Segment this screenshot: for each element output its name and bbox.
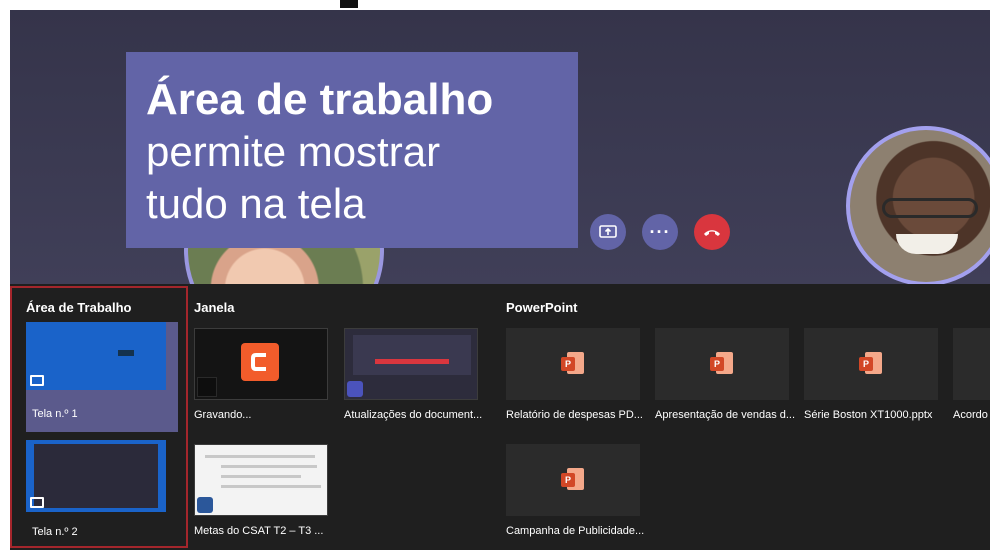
teams-window-label: Atualizações do document... (344, 409, 483, 421)
doc-line (221, 475, 301, 478)
doc-line (205, 455, 315, 458)
screen-2-app-preview (34, 444, 158, 508)
glasses-detail (882, 198, 978, 218)
ppt-tile-acordo[interactable]: Acordo (953, 328, 990, 428)
more-options-button[interactable]: ··· (642, 214, 678, 250)
ppt-thumbnail-partial (953, 328, 990, 400)
share-tray: Área de Trabalho Tela n.º 1 Tela n.º 2 J… (10, 284, 990, 550)
screen-1-thumbnail (26, 322, 166, 390)
powerpoint-file-icon: P (710, 352, 734, 376)
recording-window-thumbnail (194, 328, 328, 400)
ppt-thumbnail: P (506, 444, 640, 516)
ppt-tile-boston[interactable]: P Série Boston XT1000.pptx (804, 328, 944, 428)
teams-window-thumbnail (344, 328, 478, 400)
ppt-label: Apresentação de vendas d... (655, 409, 795, 421)
doc-line (221, 465, 317, 468)
window-tile-word-csat[interactable]: Metas do CSAT T2 – T3 ... (194, 444, 334, 544)
caption-line-3: tudo na tela (146, 180, 366, 227)
top-mark (340, 0, 358, 8)
powerpoint-file-icon: P (561, 468, 585, 492)
ppt-thumbnail: P (506, 328, 640, 400)
screen-2-label: Tela n.º 2 (32, 526, 78, 538)
share-tray-icon (599, 225, 617, 238)
ellipsis-icon: ··· (649, 221, 671, 242)
teams-controls-strip (375, 359, 449, 364)
word-window-thumbnail (194, 444, 328, 516)
screen-2-tile[interactable]: Tela n.º 2 (26, 440, 178, 544)
powerpoint-file-icon: P (561, 352, 585, 376)
ppt-label: Série Boston XT1000.pptx (804, 409, 933, 421)
smile-detail (896, 234, 958, 254)
screen-1-label: Tela n.º 1 (32, 408, 78, 420)
powerpoint-file-icon: P (859, 352, 883, 376)
phone-hangup-icon (704, 230, 720, 236)
screen-2-thumbnail (26, 440, 166, 512)
share-screen-icon (30, 375, 44, 386)
ppt-tile-campanha[interactable]: P Campanha de Publicidade... (506, 444, 646, 544)
ppt-tile-despesas[interactable]: P Relatório de despesas PD... (506, 328, 646, 428)
desktop-section-title: Área de Trabalho (26, 300, 132, 315)
window-section-title: Janela (194, 300, 235, 315)
window-tile-recording[interactable]: Gravando... (194, 328, 334, 428)
window-tile-teams-updates[interactable]: Atualizações do document... (344, 328, 484, 428)
recording-window-label: Gravando... (194, 409, 252, 421)
ppt-label: Campanha de Publicidade... (506, 525, 645, 537)
powerpoint-section-title: PowerPoint (506, 300, 578, 315)
word-window-label: Metas do CSAT T2 – T3 ... (194, 525, 324, 537)
word-app-icon (197, 497, 213, 513)
screen-1-tile[interactable]: Tela n.º 1 (26, 322, 178, 432)
teams-meeting-preview (353, 335, 471, 375)
camtasia-logo (241, 343, 279, 381)
ppt-label: Relatório de despesas PD... (506, 409, 643, 421)
window-app-badge (197, 377, 217, 397)
participant-avatar-right (846, 126, 990, 284)
top-bar (0, 0, 990, 10)
caption-line-1: Área de trabalho (146, 75, 494, 124)
teams-app-icon (347, 381, 363, 397)
call-stage: Área de trabalho permite mostrar tudo na… (10, 10, 990, 284)
share-screen-icon (30, 497, 44, 508)
ppt-label: Acordo (953, 409, 988, 421)
screen-1-window-mini (118, 350, 134, 356)
ppt-tile-vendas[interactable]: P Apresentação de vendas d... (655, 328, 795, 428)
caption-line-2: permite mostrar (146, 128, 441, 175)
doc-line (221, 485, 321, 488)
caption-overlay: Área de trabalho permite mostrar tudo na… (126, 52, 578, 248)
ppt-thumbnail: P (804, 328, 938, 400)
share-screen-button[interactable] (590, 214, 626, 250)
camtasia-c-icon (251, 353, 266, 371)
ppt-thumbnail: P (655, 328, 789, 400)
left-border (0, 0, 10, 550)
hang-up-button[interactable] (694, 214, 730, 250)
